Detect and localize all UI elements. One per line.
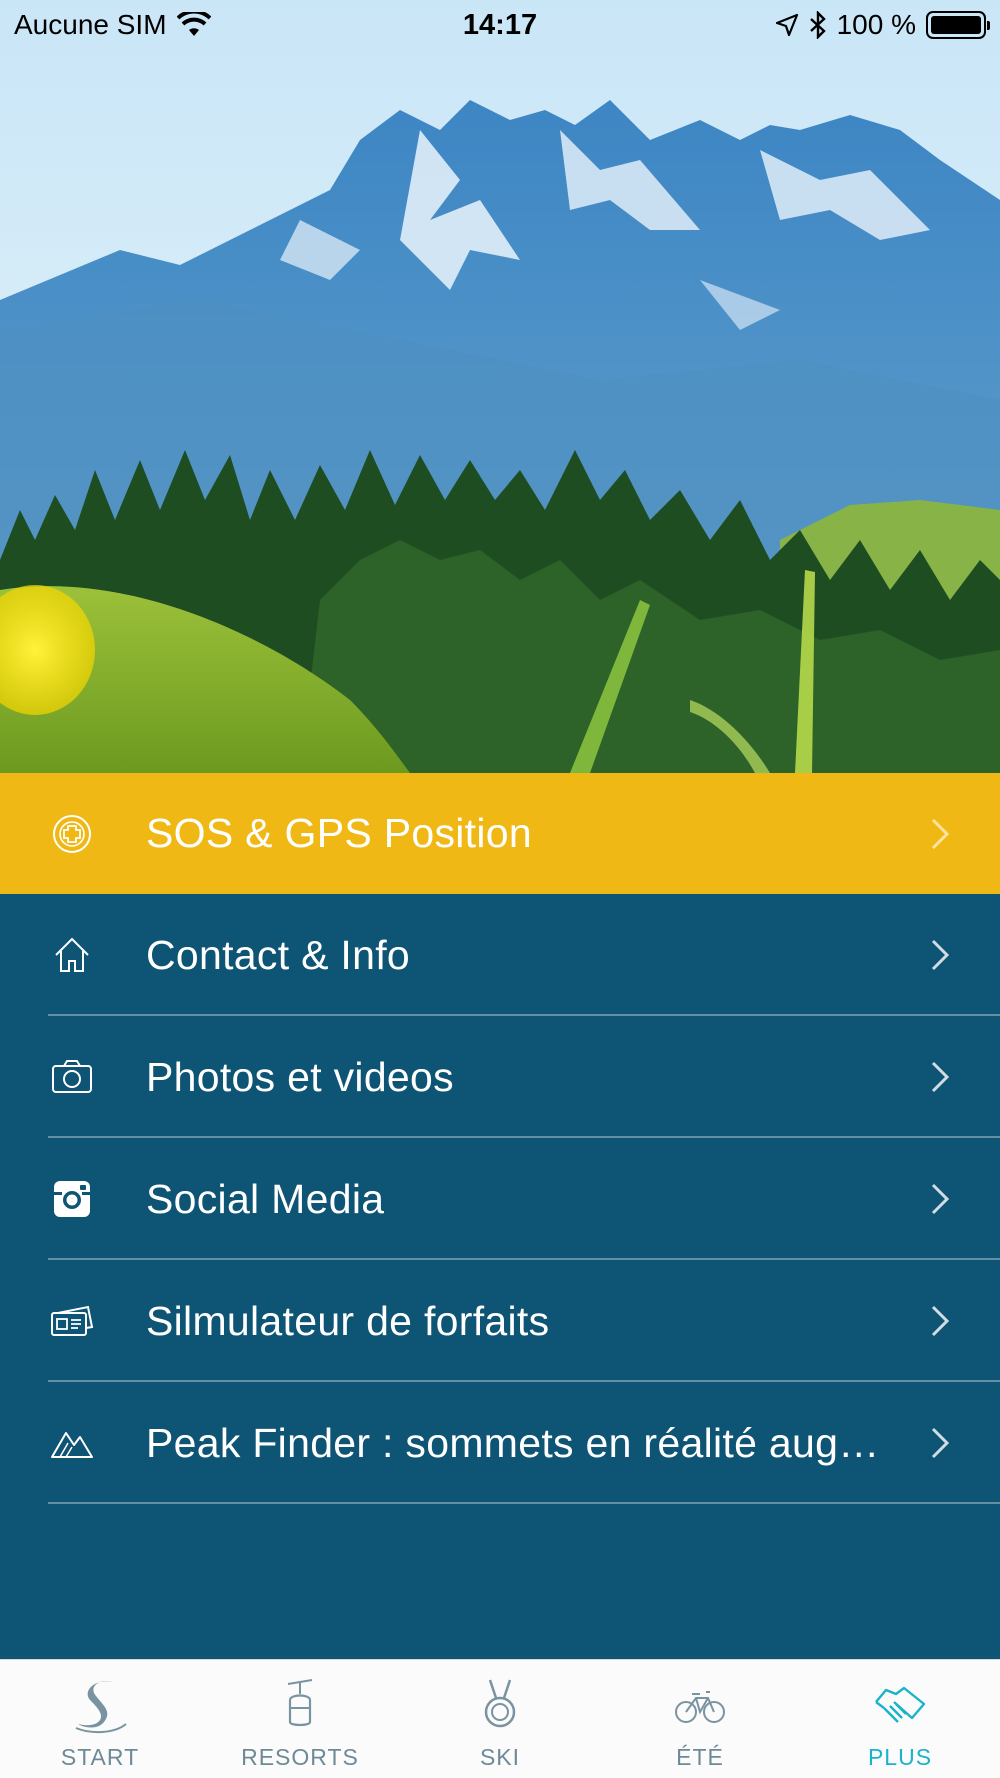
bicycle-icon (675, 1691, 725, 1723)
wifi-icon (176, 12, 211, 36)
swan-logo-icon (75, 1680, 127, 1734)
menu-item-peak-finder[interactable]: Peak Finder : sommets en réalité augment… (0, 1382, 1000, 1504)
menu-item-label: Contact & Info (146, 931, 411, 978)
tab-ete[interactable]: ÉTÉ (600, 1660, 800, 1778)
tab-label: RESORTS (241, 1744, 359, 1770)
menu-item-label: Social Media (146, 1175, 385, 1222)
ski-pass-icon (50, 1299, 94, 1343)
tab-label: ÉTÉ (676, 1744, 724, 1770)
chevron-right-icon (931, 818, 950, 849)
gondola-icon (287, 1679, 313, 1727)
tab-ski[interactable]: SKI (400, 1660, 600, 1778)
chevron-right-icon (931, 1183, 950, 1215)
chevron-right-icon (931, 1305, 950, 1337)
hero-image (0, 0, 1000, 773)
menu-list: SOS & GPS Position Contact & Info Photos… (0, 773, 1000, 1659)
menu-item-label: Silmulateur de forfaits (146, 1297, 550, 1344)
mountain-icon (50, 1421, 94, 1465)
tab-resorts[interactable]: RESORTS (200, 1660, 400, 1778)
camera-icon (50, 1055, 94, 1099)
battery-percent: 100 % (836, 9, 916, 40)
tab-label: PLUS (867, 1744, 933, 1770)
menu-item-label: SOS & GPS Position (146, 810, 532, 856)
chevron-right-icon (931, 1061, 950, 1093)
menu-item-photos[interactable]: Photos et videos (0, 1016, 1000, 1138)
instagram-icon (50, 1177, 94, 1221)
chevron-right-icon (931, 1427, 950, 1459)
carrier-label: Aucune SIM (14, 9, 167, 40)
bluetooth-icon (809, 11, 826, 39)
tab-label: SKI (479, 1744, 521, 1770)
handshake-icon (875, 1686, 926, 1723)
tab-plus[interactable]: PLUS (800, 1660, 1000, 1778)
tab-bar: START RESORTS SKI ÉTÉ PLUS (0, 1659, 1000, 1778)
home-icon (50, 933, 94, 977)
menu-item-contact[interactable]: Contact & Info (0, 894, 1000, 1016)
divider (48, 1502, 1000, 1504)
location-arrow-icon (775, 13, 798, 37)
status-bar: Aucune SIM 14:17 100 % (0, 0, 1000, 50)
menu-item-simulator[interactable]: Silmulateur de forfaits (0, 1260, 1000, 1382)
tab-start[interactable]: START (0, 1660, 200, 1778)
menu-item-sos[interactable]: SOS & GPS Position (0, 773, 1000, 894)
menu-item-label: Photos et videos (146, 1053, 454, 1100)
menu-item-label: Peak Finder : sommets en réalité augment… (146, 1419, 891, 1466)
tab-label: START (60, 1744, 140, 1770)
menu-item-social[interactable]: Social Media (0, 1138, 1000, 1260)
sos-cross-icon (50, 812, 94, 856)
battery-icon (926, 11, 990, 39)
medal-icon (484, 1679, 516, 1728)
chevron-right-icon (931, 939, 950, 971)
